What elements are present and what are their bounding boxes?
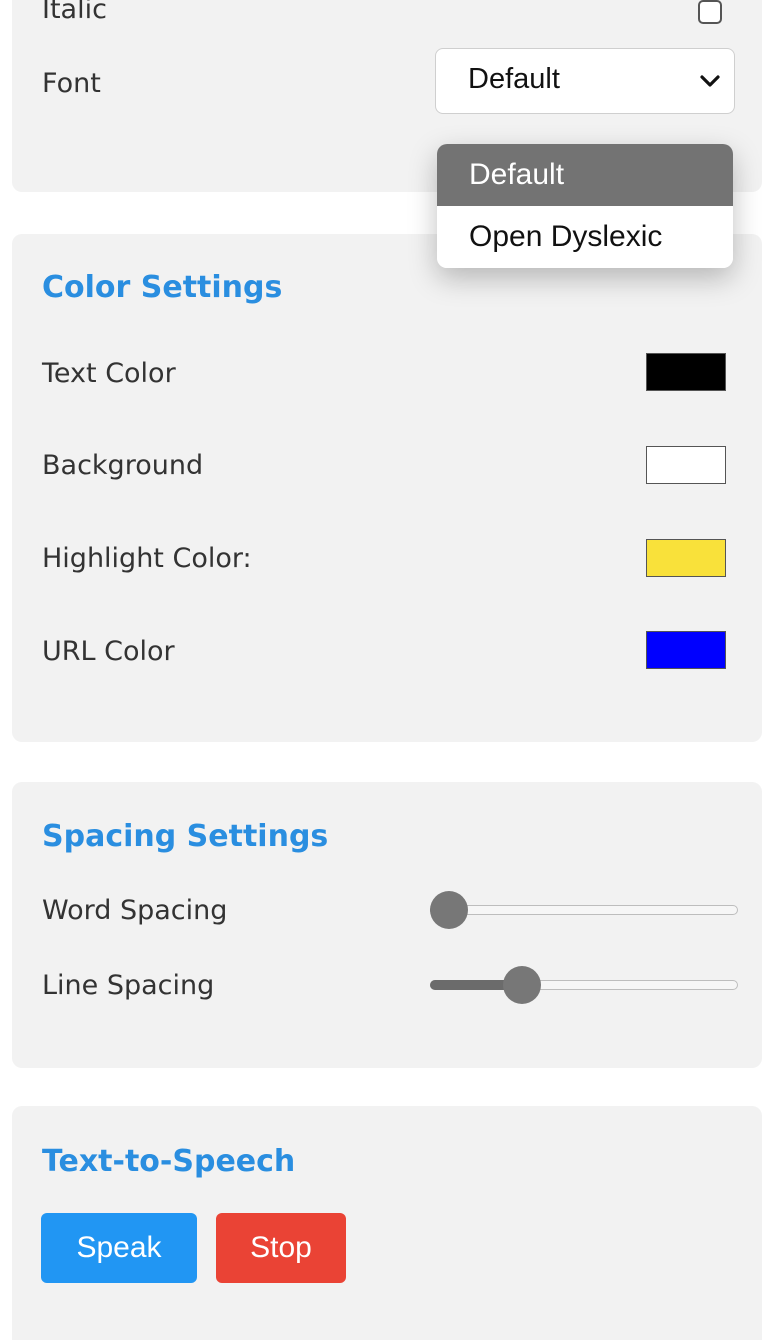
font-dropdown-menu: Default Open Dyslexic — [437, 144, 733, 268]
settings-page: Italic Font Default Color Settings Text … — [0, 0, 762, 1340]
italic-label: Italic — [42, 0, 107, 25]
background-color-swatch[interactable] — [646, 446, 726, 484]
text-color-label: Text Color — [42, 358, 176, 389]
url-color-swatch[interactable] — [646, 631, 726, 669]
chevron-down-icon — [700, 75, 720, 87]
slider-thumb[interactable] — [502, 966, 541, 1004]
spacing-settings-card: Spacing Settings Word Spacing Line Spaci… — [12, 782, 762, 1068]
highlight-color-swatch[interactable] — [646, 539, 726, 577]
text-color-swatch[interactable] — [646, 353, 726, 391]
background-color-label: Background — [42, 450, 204, 481]
font-select[interactable]: Default — [435, 48, 735, 114]
speak-button[interactable]: Speak — [41, 1213, 197, 1283]
tts-title: Text-to-Speech — [42, 1144, 296, 1179]
line-spacing-label: Line Spacing — [42, 970, 215, 1001]
font-label: Font — [42, 68, 101, 99]
highlight-color-label: Highlight Color: — [42, 543, 252, 574]
url-color-label: URL Color — [42, 636, 175, 667]
stop-button[interactable]: Stop — [216, 1213, 346, 1283]
font-option-open-dyslexic[interactable]: Open Dyslexic — [437, 206, 733, 268]
spacing-settings-title: Spacing Settings — [42, 819, 329, 854]
slider-thumb[interactable] — [430, 891, 468, 929]
word-spacing-slider[interactable] — [430, 891, 742, 929]
font-option-default[interactable]: Default — [437, 144, 733, 206]
italic-checkbox[interactable] — [698, 0, 722, 24]
line-spacing-slider[interactable] — [430, 966, 742, 1004]
slider-track — [430, 905, 738, 915]
color-settings-card: Color Settings Text Color Background Hig… — [12, 234, 762, 742]
font-select-value: Default — [468, 63, 560, 95]
color-settings-title: Color Settings — [42, 270, 283, 305]
word-spacing-label: Word Spacing — [42, 895, 228, 926]
